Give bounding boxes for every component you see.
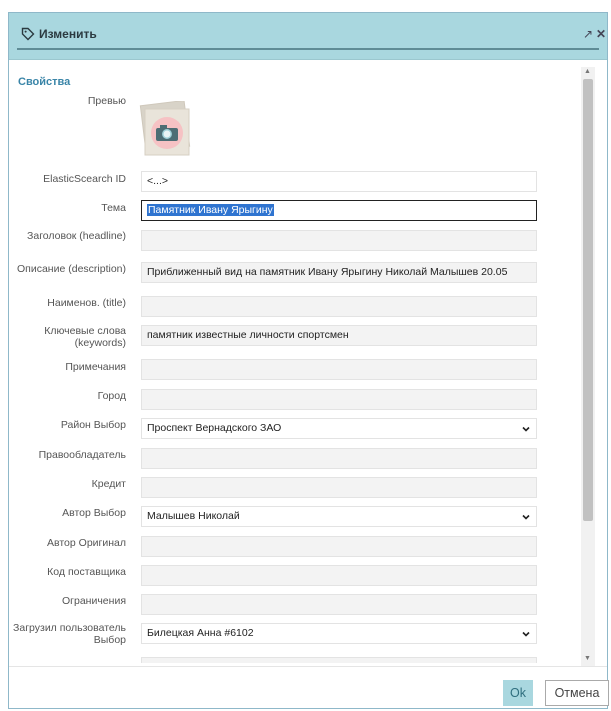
expand-icon[interactable]: ↗︎ [583, 27, 593, 41]
selected-text: Памятник Ивану Ярыгину [147, 204, 274, 216]
field-label: Город [97, 390, 126, 402]
field-label: Автор Оригинал [47, 537, 126, 549]
notes-input[interactable] [141, 359, 537, 380]
chevron-down-icon [522, 631, 530, 637]
cancel-button[interactable]: Отмена [545, 680, 609, 706]
next-field-partial[interactable] [141, 657, 537, 663]
field-label: Автор Выбор [62, 507, 126, 519]
field-label: Тема [101, 202, 126, 214]
scrollbar[interactable]: ▲ ▼ [581, 67, 595, 667]
preview-label: Превью [87, 95, 126, 107]
field-label: Правообладатель [38, 449, 126, 461]
supplier-code-input[interactable] [141, 565, 537, 586]
field-label: Код поставщика [47, 566, 126, 578]
description-input[interactable]: Приближенный вид на памятник Ивану Ярыги… [141, 262, 537, 283]
restrictions-input[interactable] [141, 594, 537, 615]
author-select-value: Малышев Николай [147, 510, 240, 522]
uploaded-by-select-value: Билецкая Анна #6102 [147, 627, 254, 639]
ok-button[interactable]: Ok [503, 680, 533, 706]
dialog-title: Изменить [39, 27, 97, 41]
author-select[interactable]: Малышев Николай [141, 506, 537, 527]
elasticsearch-id-field[interactable]: <...> [141, 171, 537, 192]
field-label: Район Выбор [60, 419, 126, 431]
chevron-down-icon [522, 514, 530, 520]
field-label: Кредит [91, 478, 126, 490]
district-select[interactable]: Проспект Вернадского ЗАО [141, 418, 537, 439]
uploaded-by-select[interactable]: Билецкая Анна #6102 [141, 623, 537, 644]
scroll-up-icon[interactable]: ▲ [584, 68, 591, 75]
field-label: Наименов. (title) [47, 297, 126, 309]
footer-divider [9, 666, 607, 667]
scroll-down-icon[interactable]: ▼ [584, 655, 591, 662]
scrollbar-thumb[interactable] [583, 79, 593, 521]
author-original-input[interactable] [141, 536, 537, 557]
edit-dialog: Изменить ↗︎ ✕ Свойства Превью ElasticSce… [8, 12, 609, 709]
header-underline [17, 48, 599, 50]
copyright-input[interactable] [141, 448, 537, 469]
field-label: Ограничения [62, 595, 126, 607]
tema-input[interactable]: Памятник Ивану Ярыгину [141, 200, 537, 221]
title-input[interactable] [141, 296, 537, 317]
field-label: ElasticScearch ID [43, 173, 126, 185]
field-label: Загрузил пользователь Выбор [13, 622, 126, 646]
field-label: Заголовок (headline) [27, 230, 126, 242]
credit-input[interactable] [141, 477, 537, 498]
form-content: Свойства Превью ElasticScearch ID <...> … [9, 73, 581, 663]
camera-icon [139, 99, 191, 156]
field-label: Описание (description) [17, 263, 126, 275]
chevron-down-icon [522, 426, 530, 432]
section-title: Свойства [18, 76, 71, 88]
field-label: Примечания [65, 361, 126, 373]
tag-icon [21, 27, 35, 41]
field-label: Ключевые слова (keywords) [44, 325, 126, 349]
close-icon[interactable]: ✕ [596, 27, 606, 41]
city-input[interactable] [141, 389, 537, 410]
dialog-header: Изменить ↗︎ ✕ [9, 13, 607, 60]
keywords-input[interactable]: памятник известные личности спортсмен [141, 325, 537, 346]
headline-input[interactable] [141, 230, 537, 251]
district-select-value: Проспект Вернадского ЗАО [147, 422, 282, 434]
preview-image[interactable] [139, 99, 195, 159]
